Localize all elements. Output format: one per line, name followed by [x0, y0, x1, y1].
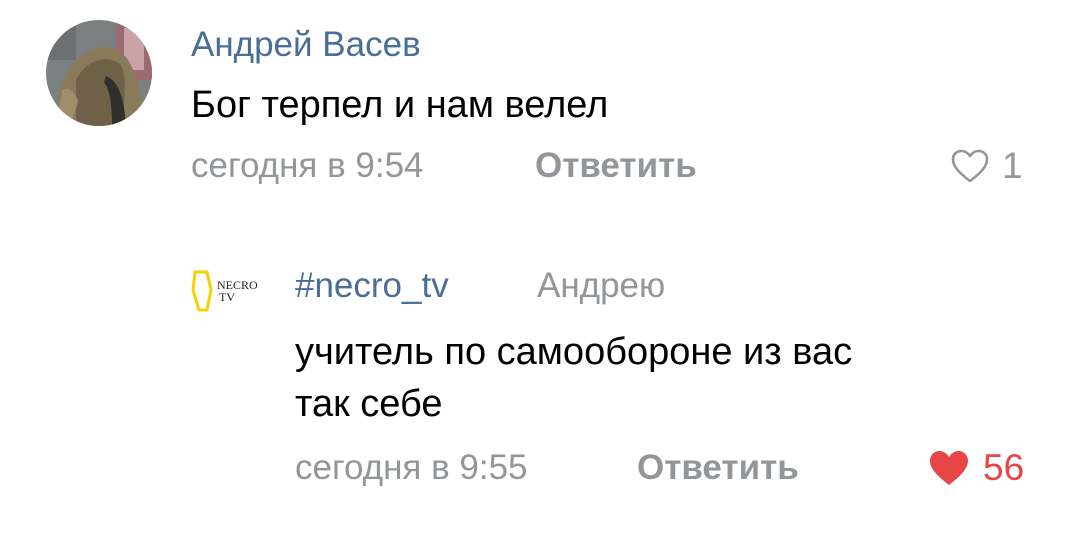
avatar[interactable] — [46, 20, 152, 126]
comment-text: Бог терпел и нам велел — [191, 84, 609, 126]
reply-button[interactable]: Ответить — [637, 446, 799, 490]
like-count: 1 — [1002, 145, 1023, 186]
reply-to-name[interactable]: Андрею — [537, 262, 665, 310]
comments-thread: Андрей Васев Бог терпел и нам велел сего… — [0, 0, 1080, 533]
comment-author[interactable]: Андрей Васев — [191, 21, 421, 69]
comment-text-line: учитель по самообороне из вас — [295, 331, 853, 373]
avatar[interactable]: NECRO TV — [185, 262, 269, 318]
svg-text:TV: TV — [219, 290, 235, 304]
comment-timestamp: сегодня в 9:55 — [295, 448, 528, 487]
like-button[interactable]: 1 — [950, 144, 1023, 188]
comment-text: учитель по самообороне из вас так себе — [295, 326, 995, 430]
like-button[interactable]: 56 — [927, 446, 1024, 490]
heart-outline-icon — [950, 148, 990, 184]
comment-timestamp: сегодня в 9:54 — [191, 146, 424, 185]
comment-author[interactable]: #necro_tv — [295, 262, 449, 310]
like-count: 56 — [983, 447, 1025, 488]
comment-text-line: так себе — [295, 383, 443, 425]
necro-tv-logo: NECRO TV — [191, 270, 258, 312]
reply-button[interactable]: Ответить — [535, 144, 697, 188]
avatar-photo — [46, 20, 152, 126]
heart-filled-icon — [927, 448, 971, 488]
